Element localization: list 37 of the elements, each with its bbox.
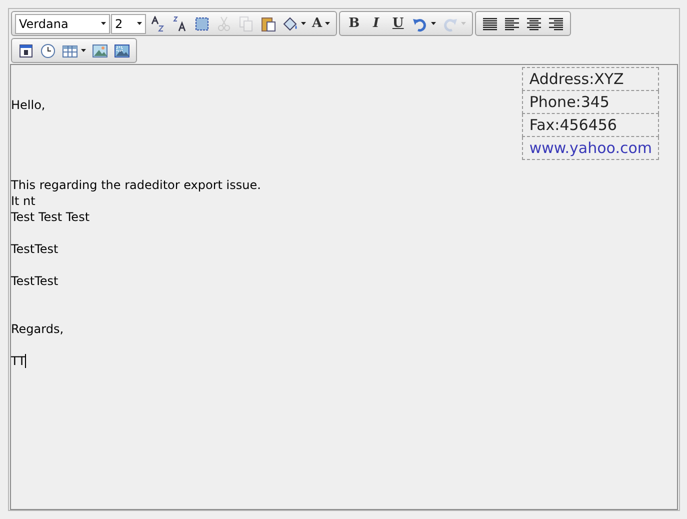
table-cell: Phone:345	[522, 90, 658, 114]
calendar-icon	[18, 42, 34, 58]
clipboard-icon	[260, 16, 276, 32]
dropdown-field[interactable]: 2	[111, 14, 146, 34]
scissors-icon	[216, 16, 232, 32]
paragraph: Regards,	[11, 321, 64, 337]
paragraph: TT	[11, 353, 26, 369]
dropdown-field[interactable]: Verdana	[15, 14, 110, 34]
image-icon	[92, 42, 108, 58]
align-right-icon	[548, 16, 564, 32]
paragraph: TestTest	[11, 273, 58, 289]
superscript-icon	[150, 16, 166, 32]
underline-button[interactable]: U	[387, 14, 410, 34]
paragraph: TestTest	[11, 241, 58, 257]
italic-button[interactable]: I	[365, 14, 388, 34]
paragraph: Test Test Test	[11, 209, 90, 225]
justify-icon	[482, 16, 498, 32]
format-button[interactable]: B	[343, 14, 366, 34]
select-all-icon	[194, 16, 210, 32]
format-button[interactable]: A	[309, 14, 334, 34]
copy-icon	[238, 16, 254, 32]
paragraph: This regarding the radeditor export issue.	[11, 177, 261, 193]
subscript-icon	[172, 16, 188, 32]
paragraph: Hello,	[11, 97, 46, 113]
paragraph: It nt	[11, 193, 36, 209]
caret-icon	[137, 22, 142, 25]
paint-bucket-icon	[282, 16, 298, 32]
table-cell: Address:XYZ	[522, 68, 658, 90]
image-map-icon	[114, 42, 130, 58]
table-cell: Fax:456456	[522, 114, 658, 136]
clock-icon	[40, 42, 56, 58]
editor-area[interactable]: Address:XYZ Phone:345 Fax:456456 www.yahoo.com Hello, This regarding the radeditor export issue. It nt Test Test Test TestTest TestTest Regards, TT	[10, 64, 678, 510]
align-center-icon	[526, 16, 542, 32]
website-link[interactable]: www.yahoo.com	[522, 136, 658, 160]
table-icon	[62, 42, 78, 58]
caret-icon	[101, 22, 106, 25]
align-left-icon	[504, 16, 520, 32]
